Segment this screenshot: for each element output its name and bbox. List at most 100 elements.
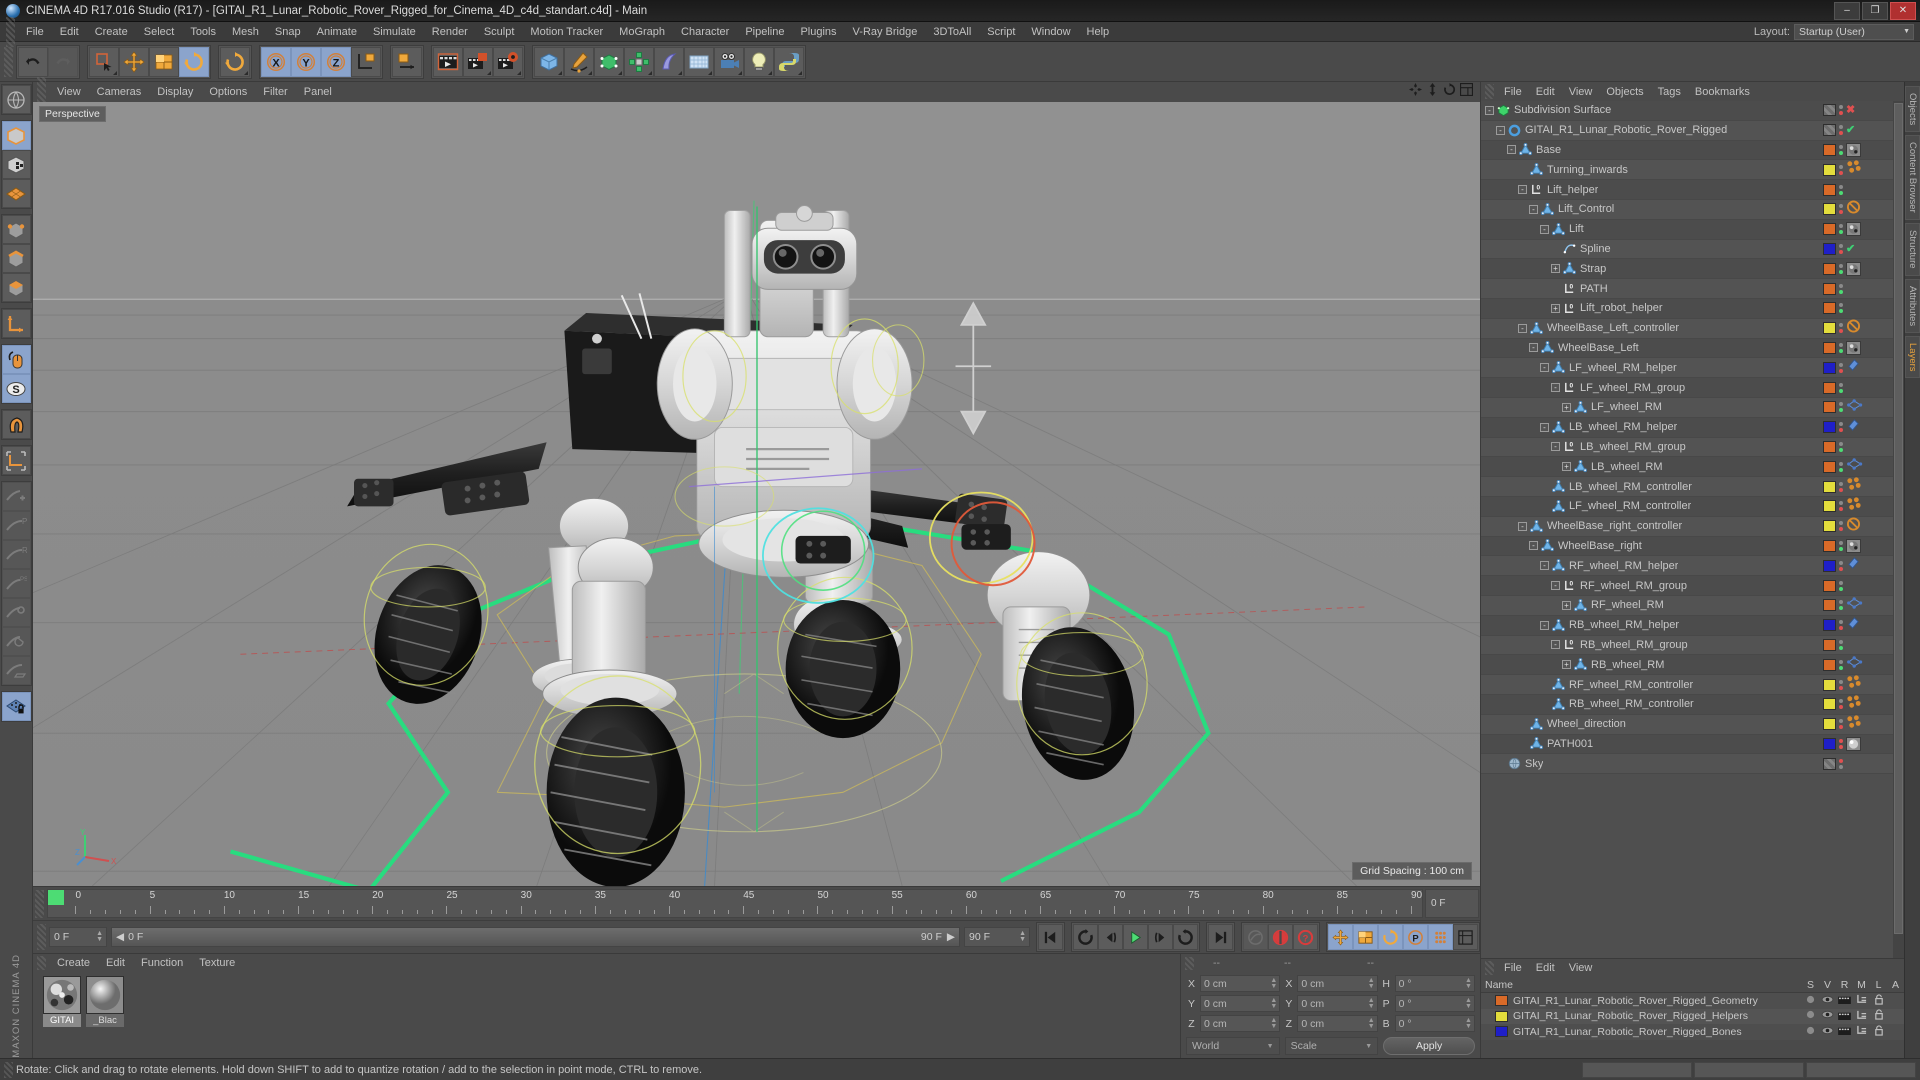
object-tree-row[interactable]: - 0 Lift_helper <box>1481 180 1904 200</box>
edge-tab-layers[interactable]: Layers <box>1905 335 1920 379</box>
om-menu-view[interactable]: View <box>1562 86 1600 98</box>
menu-script[interactable]: Script <box>979 22 1023 42</box>
material-menu-function[interactable]: Function <box>133 957 191 969</box>
primitive-cube-icon[interactable] <box>534 46 564 77</box>
layer-visible-toggle[interactable] <box>1819 1010 1836 1022</box>
menu-3dtoall[interactable]: 3DToAll <box>925 22 979 42</box>
render-region-icon[interactable] <box>463 46 493 77</box>
generator-icon[interactable] <box>594 46 624 77</box>
menu-select[interactable]: Select <box>136 22 183 42</box>
menu-file[interactable]: File <box>18 22 52 42</box>
size-z-field[interactable]: 0 cm ▲ ▼ <box>1297 1015 1378 1032</box>
menu-vray-bridge[interactable]: V-Ray Bridge <box>845 22 926 42</box>
autokey-button[interactable] <box>1243 924 1268 950</box>
menu-mesh[interactable]: Mesh <box>224 22 267 42</box>
menu-pipeline[interactable]: Pipeline <box>737 22 792 42</box>
loop-button[interactable] <box>1173 924 1198 950</box>
transport-grip[interactable] <box>37 924 46 950</box>
object-manager-tree[interactable]: - Subdivision Surface ✖ - GITAI_R1_Lunar_Rob… <box>1481 101 1904 958</box>
layout-dropdown[interactable]: Startup (User) ▼ <box>1794 23 1914 40</box>
keyframe-help-button[interactable]: ? <box>1293 924 1318 950</box>
layer-solo-toggle[interactable] <box>1802 1010 1819 1022</box>
object-tree-row[interactable]: - 0 RB_wheel_RM_group <box>1481 635 1904 656</box>
rotate-tool-icon[interactable] <box>179 46 209 77</box>
animate-point-icon[interactable] <box>1 627 31 656</box>
model-mode-icon[interactable] <box>1 121 31 150</box>
spinner-icon[interactable]: ▲ ▼ <box>1465 997 1472 1010</box>
layer-render-toggle[interactable] <box>1836 1010 1853 1023</box>
menu-simulate[interactable]: Simulate <box>365 22 424 42</box>
collapse-icon[interactable]: - <box>1540 422 1549 432</box>
rot-b-field[interactable]: 0 ° ▲ ▼ <box>1394 1015 1475 1032</box>
object-tree-row[interactable]: - WheelBase_Left <box>1481 338 1904 359</box>
go-to-end-button[interactable] <box>1208 924 1233 950</box>
menu-help[interactable]: Help <box>1079 22 1118 42</box>
layer-solo-toggle[interactable] <box>1802 1026 1819 1038</box>
collapse-icon[interactable]: - <box>1540 224 1549 234</box>
object-tree-row[interactable]: - Lift_Control <box>1481 199 1904 220</box>
rewind-button[interactable] <box>1073 924 1098 950</box>
mouse-mode-icon[interactable] <box>1 345 31 374</box>
animate-add-icon[interactable] <box>1 482 31 511</box>
texture-mode-icon[interactable] <box>1 150 31 179</box>
axis-x-button[interactable]: X <box>261 46 291 77</box>
viewport-menu-view[interactable]: View <box>49 86 89 98</box>
object-tree-row[interactable]: + Strap <box>1481 259 1904 280</box>
object-tree-row[interactable]: - RF_wheel_RM_helper <box>1481 556 1904 577</box>
menu-window[interactable]: Window <box>1023 22 1078 42</box>
key-scale-button[interactable] <box>1353 924 1378 950</box>
expand-icon[interactable]: + <box>1551 264 1560 274</box>
object-tree-row[interactable]: - 0 LB_wheel_RM_group <box>1481 437 1904 458</box>
spinner-icon[interactable]: ▲ ▼ <box>96 930 103 944</box>
object-tree-row[interactable]: RF_wheel_RM_controller <box>1481 675 1904 695</box>
enable-axis-icon[interactable] <box>1 309 31 338</box>
live-selection-icon[interactable] <box>89 46 119 77</box>
layer-manager-toggle[interactable] <box>1853 1025 1870 1038</box>
spinner-icon[interactable]: ▲ ▼ <box>1270 1017 1277 1030</box>
layer-render-toggle[interactable] <box>1836 994 1853 1007</box>
menu-snap[interactable]: Snap <box>267 22 309 42</box>
object-tree-row[interactable]: +0 Lift_robot_helper <box>1481 298 1904 319</box>
perspective-viewport[interactable]: Perspective Grid Spacing : 100 cm Y X Z <box>33 102 1480 886</box>
collapse-icon[interactable]: - <box>1496 125 1505 135</box>
mograph-cloner-icon[interactable] <box>624 46 654 77</box>
coordinate-grip[interactable] <box>1185 956 1194 970</box>
layer-grip[interactable] <box>1485 961 1494 975</box>
collapse-icon[interactable]: - <box>1529 204 1538 214</box>
layer-color-swatch[interactable] <box>1495 995 1508 1007</box>
collapse-icon[interactable]: - <box>1529 343 1538 353</box>
collapse-icon[interactable]: - <box>1540 561 1549 571</box>
layer-visible-toggle[interactable] <box>1819 995 1836 1007</box>
layer-lock-toggle[interactable] <box>1870 1025 1887 1039</box>
spinner-icon[interactable]: ▲ ▼ <box>1368 997 1375 1010</box>
edge-tab-content-browser[interactable]: Content Browser <box>1905 135 1920 220</box>
workplane-icon[interactable] <box>1 179 31 208</box>
layer-menu-view[interactable]: View <box>1562 962 1600 974</box>
status-grip[interactable] <box>4 1061 13 1078</box>
menu-animate[interactable]: Animate <box>309 22 365 42</box>
expand-icon[interactable]: + <box>1562 660 1571 670</box>
om-menu-bookmarks[interactable]: Bookmarks <box>1688 86 1757 98</box>
coordinate-mode-dropdown[interactable]: Scale ▼ <box>1284 1037 1379 1055</box>
rot-p-field[interactable]: 0 ° ▲ ▼ <box>1394 995 1475 1012</box>
material-item-black[interactable]: _Blac <box>86 976 124 1027</box>
workplane-axis-icon[interactable] <box>1 446 31 475</box>
environment-floor-icon[interactable] <box>684 46 714 77</box>
object-tree-row[interactable]: + RB_wheel_RM <box>1481 655 1904 676</box>
object-tree-row[interactable]: Wheel_direction <box>1481 714 1904 735</box>
lock-workplane-icon[interactable] <box>1 692 31 721</box>
layer-row[interactable]: GITAI_R1_Lunar_Robotic_Rover_Rigged_Geom… <box>1481 993 1904 1009</box>
status-field-1[interactable] <box>1582 1061 1692 1078</box>
layer-lock-toggle[interactable] <box>1870 1009 1887 1023</box>
layer-lock-toggle[interactable] <box>1870 994 1887 1008</box>
points-mode-icon[interactable] <box>1 215 31 244</box>
toolbar-grip[interactable] <box>4 46 13 77</box>
viewport-menu-panel[interactable]: Panel <box>296 86 340 98</box>
spinner-icon[interactable]: ▲ ▼ <box>1465 977 1472 990</box>
expand-icon[interactable]: + <box>1562 402 1571 412</box>
object-tree-row[interactable]: - LB_wheel_RM_helper <box>1481 417 1904 438</box>
om-menu-file[interactable]: File <box>1497 86 1529 98</box>
om-menu-tags[interactable]: Tags <box>1651 86 1688 98</box>
edges-mode-icon[interactable] <box>1 244 31 273</box>
layer-row[interactable]: GITAI_R1_Lunar_Robotic_Rover_Rigged_Help… <box>1481 1008 1904 1024</box>
